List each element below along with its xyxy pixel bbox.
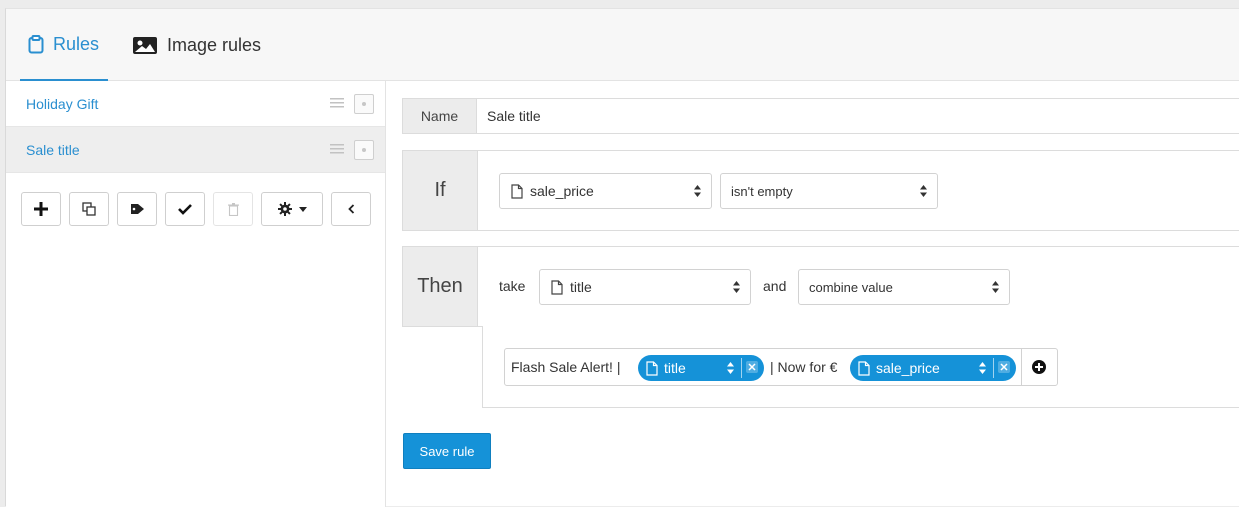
select-caret-icon bbox=[727, 362, 734, 374]
tab-image-rules[interactable]: Image rules bbox=[132, 9, 261, 81]
rule-item-label: Holiday Gift bbox=[26, 95, 99, 112]
tag-icon bbox=[130, 204, 144, 214]
app-frame: Rules Image rules Holiday Gift Sale titl… bbox=[5, 8, 1239, 507]
label-rule-button[interactable] bbox=[117, 192, 157, 226]
select-caret-icon bbox=[992, 281, 999, 293]
drag-handle-icon[interactable] bbox=[330, 143, 344, 155]
if-label: If bbox=[403, 151, 478, 230]
rules-sidebar: Holiday Gift Sale title bbox=[6, 81, 386, 507]
field-pill-label: sale_price bbox=[876, 360, 940, 376]
tab-image-rules-label: Image rules bbox=[167, 34, 262, 55]
if-condition-value: isn't empty bbox=[731, 183, 793, 199]
take-field-select[interactable]: title bbox=[539, 269, 751, 305]
combine-value-field[interactable]: Flash Sale Alert! | title | Now for € sa… bbox=[504, 348, 1058, 386]
rule-toggle-checkbox[interactable] bbox=[354, 94, 374, 114]
if-field-value: sale_price bbox=[530, 183, 594, 199]
name-input[interactable]: Sale title bbox=[487, 108, 541, 124]
tab-rules[interactable]: Rules bbox=[20, 9, 108, 81]
chevron-left-icon bbox=[347, 204, 354, 214]
pill-divider bbox=[741, 358, 742, 378]
drag-handle-icon[interactable] bbox=[330, 97, 344, 109]
trash-icon bbox=[227, 202, 239, 216]
file-icon bbox=[551, 279, 563, 295]
pill-divider bbox=[993, 358, 994, 378]
field-pill-label: title bbox=[664, 360, 686, 376]
rule-item-holiday-gift[interactable]: Holiday Gift bbox=[6, 81, 385, 127]
if-field-select[interactable]: sale_price bbox=[499, 173, 712, 209]
take-label: take bbox=[499, 278, 526, 294]
file-icon bbox=[646, 360, 658, 376]
gear-icon bbox=[277, 202, 292, 216]
tab-rules-label: Rules bbox=[53, 33, 100, 54]
if-condition-select[interactable]: isn't empty bbox=[720, 173, 938, 209]
collapse-sidebar-button[interactable] bbox=[331, 192, 371, 226]
add-rule-button[interactable] bbox=[21, 192, 61, 226]
rule-editor: Name Sale title If sale_price isn't empt… bbox=[387, 81, 1239, 507]
action-select[interactable]: combine value bbox=[798, 269, 1010, 305]
rule-item-label: Sale title bbox=[26, 141, 80, 158]
duplicate-rule-button[interactable] bbox=[69, 192, 109, 226]
name-row: Name Sale title bbox=[402, 98, 1239, 134]
close-icon[interactable] bbox=[998, 361, 1010, 373]
tab-bar: Rules Image rules bbox=[6, 9, 1239, 81]
delete-rule-button[interactable] bbox=[213, 192, 253, 226]
rule-toggle-checkbox[interactable] bbox=[354, 140, 374, 160]
combine-row: Flash Sale Alert! | title | Now for € sa… bbox=[482, 326, 1239, 408]
select-caret-icon bbox=[920, 185, 927, 197]
settings-dropdown-button[interactable] bbox=[261, 192, 323, 226]
save-rule-button[interactable]: Save rule bbox=[403, 433, 491, 469]
combine-text-middle: | Now for € bbox=[770, 359, 838, 375]
and-label: and bbox=[763, 278, 787, 294]
file-icon bbox=[858, 360, 870, 376]
copy-icon bbox=[82, 202, 96, 216]
then-row: Then take title and combine value bbox=[402, 246, 1239, 327]
check-icon bbox=[178, 204, 192, 215]
plus-icon bbox=[34, 202, 48, 216]
image-icon bbox=[133, 36, 157, 54]
select-caret-icon bbox=[694, 185, 701, 197]
name-label: Name bbox=[403, 99, 477, 133]
caret-down-icon bbox=[298, 206, 307, 212]
close-icon[interactable] bbox=[746, 361, 758, 373]
if-row: If sale_price isn't empty bbox=[402, 150, 1239, 231]
field-pill-sale-price[interactable]: sale_price bbox=[850, 355, 1016, 381]
add-circle-icon[interactable] bbox=[1032, 360, 1046, 374]
select-caret-icon bbox=[733, 281, 740, 293]
file-icon bbox=[511, 183, 523, 199]
take-field-value: title bbox=[570, 279, 592, 295]
rule-item-sale-title[interactable]: Sale title bbox=[6, 127, 385, 173]
add-field-divider bbox=[1021, 349, 1022, 385]
field-pill-title[interactable]: title bbox=[638, 355, 764, 381]
combine-text-before: Flash Sale Alert! | bbox=[511, 359, 621, 375]
then-label: Then bbox=[403, 247, 478, 326]
action-value: combine value bbox=[809, 279, 893, 295]
clipboard-icon bbox=[28, 34, 44, 53]
select-caret-icon bbox=[979, 362, 986, 374]
activate-rule-button[interactable] bbox=[165, 192, 205, 226]
